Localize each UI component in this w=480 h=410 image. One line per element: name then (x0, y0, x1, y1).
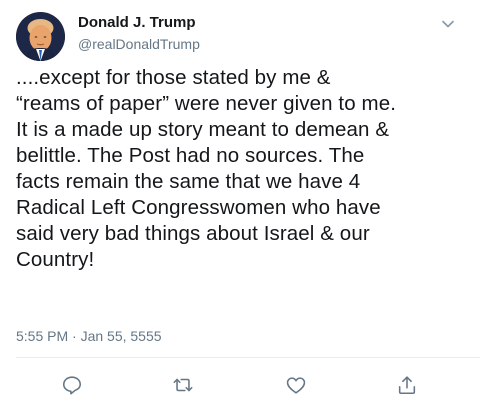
tweet-actions (0, 366, 480, 402)
share-button[interactable] (396, 374, 418, 396)
author-handle[interactable]: @realDonaldTrump (78, 36, 200, 52)
tweet-text: ....except for those stated by me & “rea… (16, 66, 396, 271)
avatar-photo (16, 12, 65, 61)
avatar[interactable] (16, 12, 65, 61)
reply-icon (62, 376, 82, 395)
author-display-name[interactable]: Donald J. Trump (78, 14, 196, 31)
retweet-icon (173, 378, 193, 392)
like-button[interactable] (285, 374, 307, 396)
reply-button[interactable] (61, 374, 83, 396)
share-icon (398, 376, 416, 395)
heart-icon (286, 377, 306, 394)
tweet-card: Donald J. Trump @realDonaldTrump ....exc… (0, 0, 480, 410)
divider (16, 357, 480, 358)
retweet-button[interactable] (172, 374, 194, 396)
tweet-timestamp[interactable]: 5:55 PM · Jan 55, 5555 (16, 328, 162, 344)
chevron-down-icon[interactable] (440, 16, 456, 32)
